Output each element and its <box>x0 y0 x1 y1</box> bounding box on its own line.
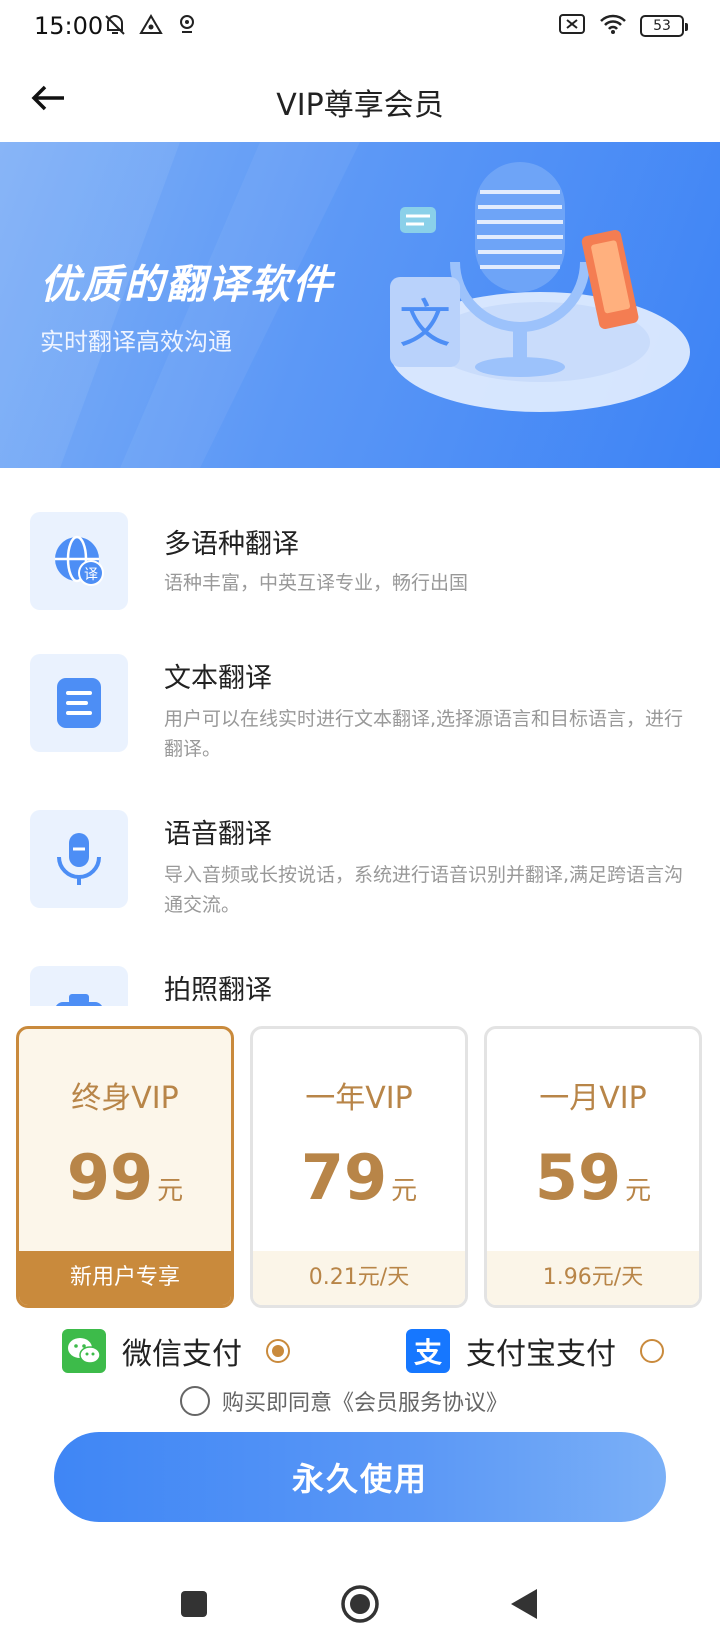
plan-selector: 终身VIP 99 元 新用户专享 一年VIP 79 元 0.21元/天 一月VIP … <box>16 1026 704 1308</box>
pay-option-alipay[interactable]: 支 支付宝支付 <box>406 1326 664 1376</box>
plan-price: 59 元 <box>487 1141 699 1214</box>
translate-badge-text: 译 <box>84 567 98 583</box>
status-bar: 15:00 53 <box>0 0 720 54</box>
square-icon <box>181 1591 207 1617</box>
system-navbar <box>0 1560 720 1650</box>
payment-methods: 微信支付 支 支付宝支付 <box>0 1326 720 1376</box>
banner-title: 优质的翻译软件 <box>40 262 334 308</box>
svg-text:支: 支 <box>414 1336 442 1369</box>
plan-note: 0.21元/天 <box>253 1251 465 1305</box>
pay-option-wechat[interactable]: 微信支付 <box>62 1326 290 1376</box>
globe-translate-icon: 译 <box>30 512 128 610</box>
feature-list: 译 多语种翻译 语种丰富，中英互译专业，畅行出国 文本翻译 用户可以在线实时进行… <box>0 468 720 1006</box>
recent-apps-button[interactable] <box>172 1582 216 1626</box>
wechat-label: 微信支付 <box>122 1337 242 1372</box>
plan-lifetime[interactable]: 终身VIP 99 元 新用户专享 <box>16 1026 234 1308</box>
buy-button[interactable]: 永久使用 <box>54 1432 666 1522</box>
status-icons-right: 53 <box>558 12 688 40</box>
plan-price: 79 元 <box>253 1141 465 1214</box>
wifi-icon <box>598 12 628 40</box>
promo-banner: 优质的翻译软件 实时翻译高效沟通 文 <box>0 142 720 468</box>
camera-icon <box>30 966 128 1006</box>
feature-title: 语音翻译 <box>164 819 272 850</box>
document-icon <box>30 654 128 752</box>
status-icons-left <box>102 12 200 42</box>
back-nav-button[interactable] <box>502 1582 546 1626</box>
circle-icon <box>341 1585 379 1623</box>
alipay-icon: 支 <box>406 1329 450 1373</box>
page-title: VIP尊享会员 <box>276 88 444 123</box>
sim-x-icon <box>558 12 586 40</box>
alipay-label: 支付宝支付 <box>466 1337 616 1372</box>
price-value: 59 <box>534 1141 622 1214</box>
plan-name: 一月VIP <box>539 1081 647 1116</box>
feature-title: 拍照翻译 <box>164 975 272 1006</box>
status-time: 15:00 <box>34 12 104 40</box>
plan-note: 1.96元/天 <box>487 1251 699 1305</box>
plan-monthly[interactable]: 一月VIP 59 元 1.96元/天 <box>484 1026 702 1308</box>
plan-name: 一年VIP <box>305 1081 413 1116</box>
plan-note: 新用户专享 <box>19 1251 231 1305</box>
feature-desc: 语种丰富，中英互译专业，畅行出国 <box>164 572 469 594</box>
price-value: 79 <box>300 1141 388 1214</box>
agreement-checkbox[interactable] <box>180 1386 210 1416</box>
plan-name: 终身VIP <box>71 1081 179 1116</box>
svg-text:文: 文 <box>399 295 451 355</box>
feature-desc: 导入音频或长按说话，系统进行语音识别并翻译,满足跨语言沟通交流。 <box>164 864 684 916</box>
price-unit: 元 <box>157 1176 184 1206</box>
microphone-icon <box>30 810 128 908</box>
mute-icon <box>102 12 128 42</box>
feature-title: 文本翻译 <box>164 663 272 694</box>
battery-indicator: 53 <box>640 15 688 37</box>
wechat-radio[interactable] <box>266 1339 290 1363</box>
price-unit: 元 <box>391 1176 418 1206</box>
triangle-alert-icon <box>138 12 164 42</box>
triangle-back-icon <box>511 1589 537 1619</box>
plan-yearly[interactable]: 一年VIP 79 元 0.21元/天 <box>250 1026 468 1308</box>
location-icon <box>174 12 200 42</box>
feature-title: 多语种翻译 <box>164 529 299 560</box>
price-unit: 元 <box>625 1176 652 1206</box>
microphone-illustration: 文 <box>390 162 690 412</box>
home-button[interactable] <box>338 1582 382 1626</box>
alipay-radio[interactable] <box>640 1339 664 1363</box>
feature-desc: 用户可以在线实时进行文本翻译,选择源语言和目标语言，进行翻译。 <box>164 708 684 760</box>
banner-subtitle: 实时翻译高效沟通 <box>40 328 232 356</box>
price-value: 99 <box>66 1141 154 1214</box>
agreement-row[interactable]: 购买即同意《会员服务协议》 <box>180 1384 508 1418</box>
wechat-icon <box>62 1329 106 1373</box>
agreement-text[interactable]: 购买即同意《会员服务协议》 <box>222 1385 508 1417</box>
plan-price: 99 元 <box>19 1141 231 1214</box>
header: VIP尊享会员 <box>0 54 720 142</box>
